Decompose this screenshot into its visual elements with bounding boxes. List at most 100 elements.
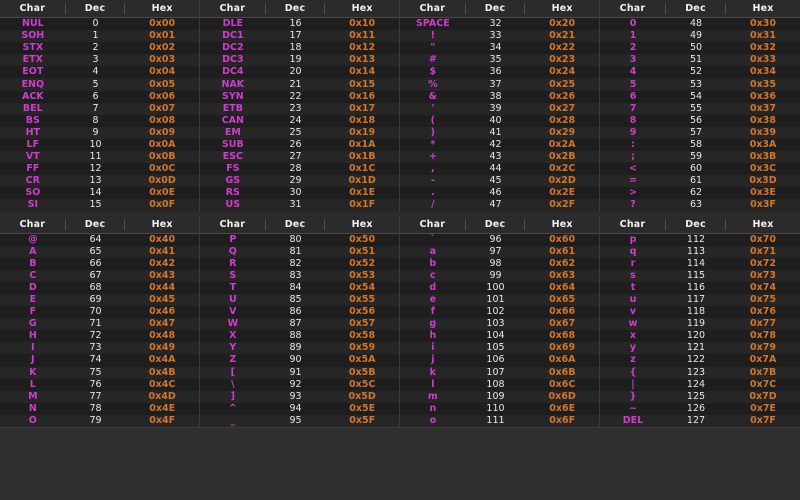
table-row[interactable]: ENQ 5 0x05 — [0, 78, 199, 91]
table-row[interactable]: = 61 0x3D — [600, 175, 800, 188]
table-row[interactable]: l 108 0x6C — [400, 378, 599, 391]
table-row[interactable]: [91 0x5B — [200, 366, 399, 379]
table-row[interactable]: H 72 0x48 — [0, 330, 199, 343]
table-row[interactable]: , 44 0x2C — [400, 163, 599, 176]
table-row[interactable]: : 58 0x3A — [600, 138, 800, 152]
table-row[interactable]: HT 9 0x09 — [0, 126, 199, 139]
table-row[interactable]: SPACE 32 0x20 — [400, 18, 599, 31]
table-row[interactable]: U 85 0x55 — [200, 293, 399, 307]
table-row[interactable]: $36 0x24 — [400, 66, 599, 79]
table-row[interactable]: B 66 0x42 — [0, 257, 199, 270]
table-row[interactable]: A 65 0x41 — [0, 245, 199, 258]
table-row[interactable]: FS 28 0x1C — [200, 163, 399, 176]
table-row[interactable]: 7 55 0x37 — [600, 102, 800, 115]
table-row[interactable]: {123 0x7B — [600, 366, 800, 379]
table-row[interactable]: p 112 0x70 — [600, 233, 800, 246]
table-row[interactable]: M 77 0x4D — [0, 390, 199, 403]
table-row[interactable]: SYN 22 0x16 — [200, 90, 399, 103]
table-row[interactable]: I 73 0x49 — [0, 342, 199, 355]
table-row[interactable]: SO 14 0x0E — [0, 187, 199, 200]
table-row[interactable]: C 67 0x43 — [0, 269, 199, 282]
table-row[interactable]: 2 50 0x32 — [600, 42, 800, 55]
table-row[interactable]: DLE 16 0x10 — [200, 18, 399, 31]
table-row[interactable]: _ 95 0x5F — [200, 414, 399, 427]
table-row[interactable]: NAK 21 0x15 — [200, 78, 399, 91]
table-row[interactable]: O 79 0x4F — [0, 414, 199, 427]
table-row[interactable]: f 102 0x66 — [400, 306, 599, 319]
table-row[interactable]: V 86 0x56 — [200, 306, 399, 319]
table-row[interactable]: | 124 0x7C — [600, 378, 800, 391]
table-row[interactable]: x 120 0x78 — [600, 330, 800, 343]
table-row[interactable]: DC4 20 0x14 — [200, 66, 399, 79]
table-row[interactable]: * 42 0x2A — [400, 138, 599, 152]
table-row[interactable]: d 100 0x64 — [400, 281, 599, 294]
table-row[interactable]: g 103 0x67 — [400, 318, 599, 331]
table-row[interactable]: >62 0x3E — [600, 187, 800, 200]
table-row[interactable]: i 105 0x69 — [400, 342, 599, 355]
table-row[interactable]: N 78 0x4E — [0, 402, 199, 415]
table-row[interactable]: ETX 3 0x03 — [0, 54, 199, 67]
table-row[interactable]: #35 0x23 — [400, 54, 599, 67]
table-row[interactable]: ) 41 0x29 — [400, 126, 599, 139]
table-row[interactable]: " 34 0x22 — [400, 42, 599, 55]
table-row[interactable]: STX 2 0x02 — [0, 42, 199, 55]
table-row[interactable]: n 110 0x6E — [400, 402, 599, 415]
table-row[interactable]: VT 11 0x0B — [0, 151, 199, 164]
table-row[interactable]: F 70 0x46 — [0, 306, 199, 319]
table-row[interactable]: R 82 0x52 — [200, 257, 399, 270]
table-row[interactable]: BEL 7 0x07 — [0, 102, 199, 115]
table-row[interactable]: e 101 0x65 — [400, 293, 599, 307]
table-row[interactable]: ! 33 0x21 — [400, 30, 599, 43]
table-row[interactable]: / 47 0x2F — [400, 199, 599, 212]
table-row[interactable]: X 88 0x58 — [200, 330, 399, 343]
table-row[interactable]: +43 0x2B — [400, 151, 599, 164]
table-row[interactable]: 1 49 0x31 — [600, 30, 800, 43]
table-row[interactable]: J 74 0x4A — [0, 354, 199, 367]
table-row[interactable]: w 119 0x77 — [600, 318, 800, 331]
table-row[interactable]: ~126 0x7E — [600, 402, 800, 415]
table-row[interactable]: DC2 18 0x12 — [200, 42, 399, 55]
table-row[interactable]: ' 39 0x27 — [400, 102, 599, 115]
table-row[interactable]: q 113 0x71 — [600, 245, 800, 258]
table-row[interactable]: b 98 0x62 — [400, 257, 599, 270]
table-row[interactable]: GS 29 0x1D — [200, 175, 399, 188]
table-row[interactable]: BS 8 0x08 — [0, 114, 199, 127]
table-row[interactable]: L 76 0x4C — [0, 378, 199, 391]
table-row[interactable]: ? 63 0x3F — [600, 199, 800, 212]
table-row[interactable]: CAN 24 0x18 — [200, 114, 399, 127]
table-row[interactable]: \ 92 0x5C — [200, 378, 399, 391]
table-row[interactable]: ^ 94 0x5E — [200, 402, 399, 415]
table-row[interactable]: E 69 0x45 — [0, 293, 199, 307]
table-row[interactable]: - 45 0x2D — [400, 175, 599, 188]
table-row[interactable]: 3 51 0x33 — [600, 54, 800, 67]
table-row[interactable]: 4 52 0x34 — [600, 66, 800, 79]
table-row[interactable]: 8 56 0x38 — [600, 114, 800, 127]
table-row[interactable]: SOH 1 0x01 — [0, 30, 199, 43]
table-row[interactable]: ESC 27 0x1B — [200, 151, 399, 164]
table-row[interactable]: W 87 0x57 — [200, 318, 399, 331]
table-row[interactable]: } 125 0x7D — [600, 390, 800, 403]
table-row[interactable]: u 117 0x75 — [600, 293, 800, 307]
table-row[interactable]: t 116 0x74 — [600, 281, 800, 294]
table-row[interactable]: h 104 0x68 — [400, 330, 599, 343]
table-row[interactable]: . 46 0x2E — [400, 187, 599, 200]
table-row[interactable]: P 80 0x50 — [200, 233, 399, 246]
table-row[interactable]: LF 10 0x0A — [0, 138, 199, 152]
table-row[interactable]: <60 0x3C — [600, 163, 800, 176]
table-row[interactable]: 9 57 0x39 — [600, 126, 800, 139]
table-row[interactable]: ] 93 0x5D — [200, 390, 399, 403]
table-row[interactable]: s 115 0x73 — [600, 269, 800, 282]
table-row[interactable]: r 114 0x72 — [600, 257, 800, 270]
table-row[interactable]: @64 0x40 — [0, 233, 199, 246]
table-row[interactable]: Q 81 0x51 — [200, 245, 399, 258]
table-row[interactable]: j 106 0x6A — [400, 354, 599, 367]
table-row[interactable]: DC3 19 0x13 — [200, 54, 399, 67]
table-row[interactable]: o 111 0x6F — [400, 414, 599, 427]
table-row[interactable]: FF 12 0x0C — [0, 163, 199, 176]
table-row[interactable]: a 97 0x61 — [400, 245, 599, 258]
table-row[interactable]: ` 96 0x60 — [400, 233, 599, 246]
table-row[interactable]: k 107 0x6B — [400, 366, 599, 379]
table-row[interactable]: c 99 0x63 — [400, 269, 599, 282]
table-row[interactable]: T 84 0x54 — [200, 281, 399, 294]
table-row[interactable]: DEL 127 0x7F — [600, 414, 800, 427]
